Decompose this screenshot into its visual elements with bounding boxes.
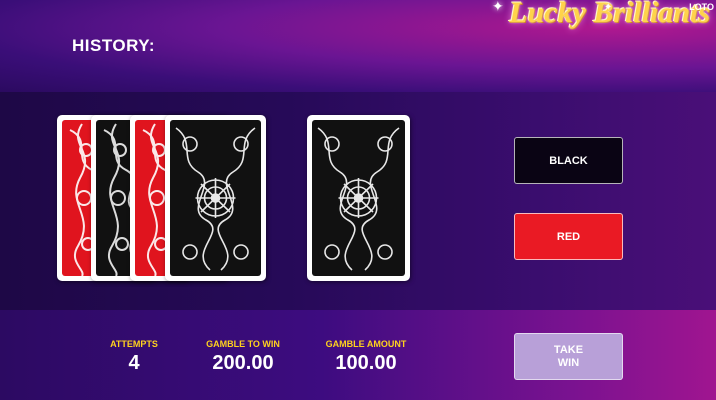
gamble-amount-label: GAMBLE AMOUNT (325, 339, 407, 349)
take-win-label-line2: WIN (557, 356, 580, 369)
history-card-black (165, 115, 266, 281)
logo-small-text: LOTO (689, 2, 714, 12)
take-win-button[interactable]: TAKE WIN (514, 333, 623, 380)
take-win-label-line1: TAKE (553, 343, 584, 356)
attempts-value: 4 (128, 352, 140, 374)
card-back-pattern-icon (317, 127, 400, 271)
red-button-label: RED (556, 230, 581, 243)
sparkle-icon: ✦ (492, 0, 504, 14)
history-label: HISTORY: (72, 36, 156, 55)
black-button[interactable]: BLACK (514, 137, 623, 184)
black-button-label: BLACK (549, 154, 588, 167)
attempts-label: ATTEMPTS (110, 339, 158, 349)
gamble-to-win-value: 200.00 (212, 352, 274, 374)
red-button[interactable]: RED (514, 213, 623, 260)
gamble-to-win-label: GAMBLE TO WIN (206, 339, 280, 349)
sparkle-icon: ✦ (604, 2, 613, 13)
current-card-facedown (307, 115, 410, 281)
card-back-pattern-icon (175, 127, 256, 271)
gamble-amount-value: 100.00 (335, 352, 397, 374)
